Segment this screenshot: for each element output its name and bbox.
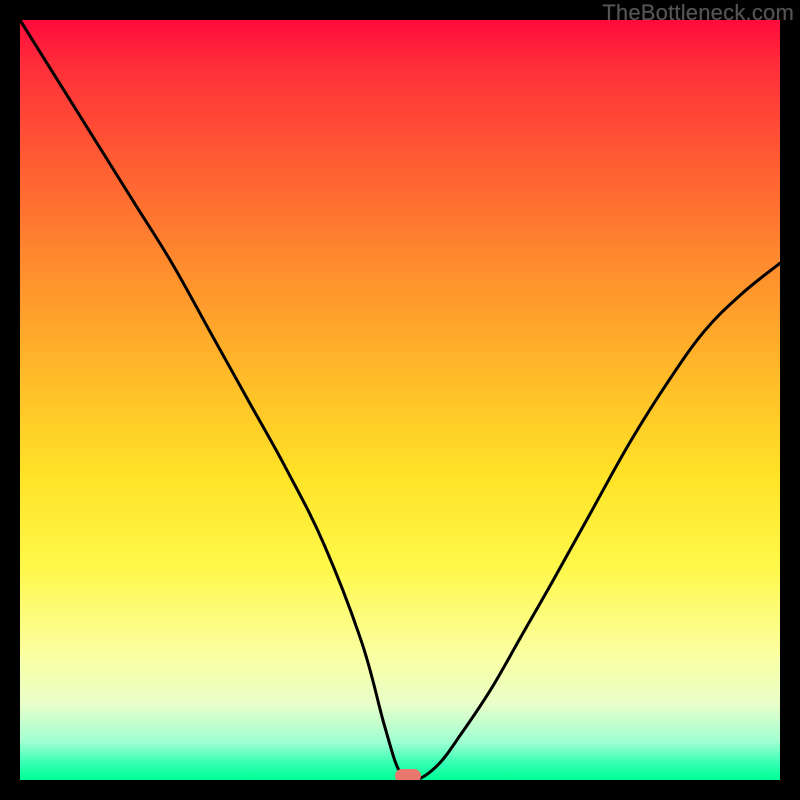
bottleneck-curve — [20, 20, 780, 780]
plot-area — [20, 20, 780, 780]
chart-frame: TheBottleneck.com — [0, 0, 800, 800]
optimal-marker — [395, 769, 421, 780]
